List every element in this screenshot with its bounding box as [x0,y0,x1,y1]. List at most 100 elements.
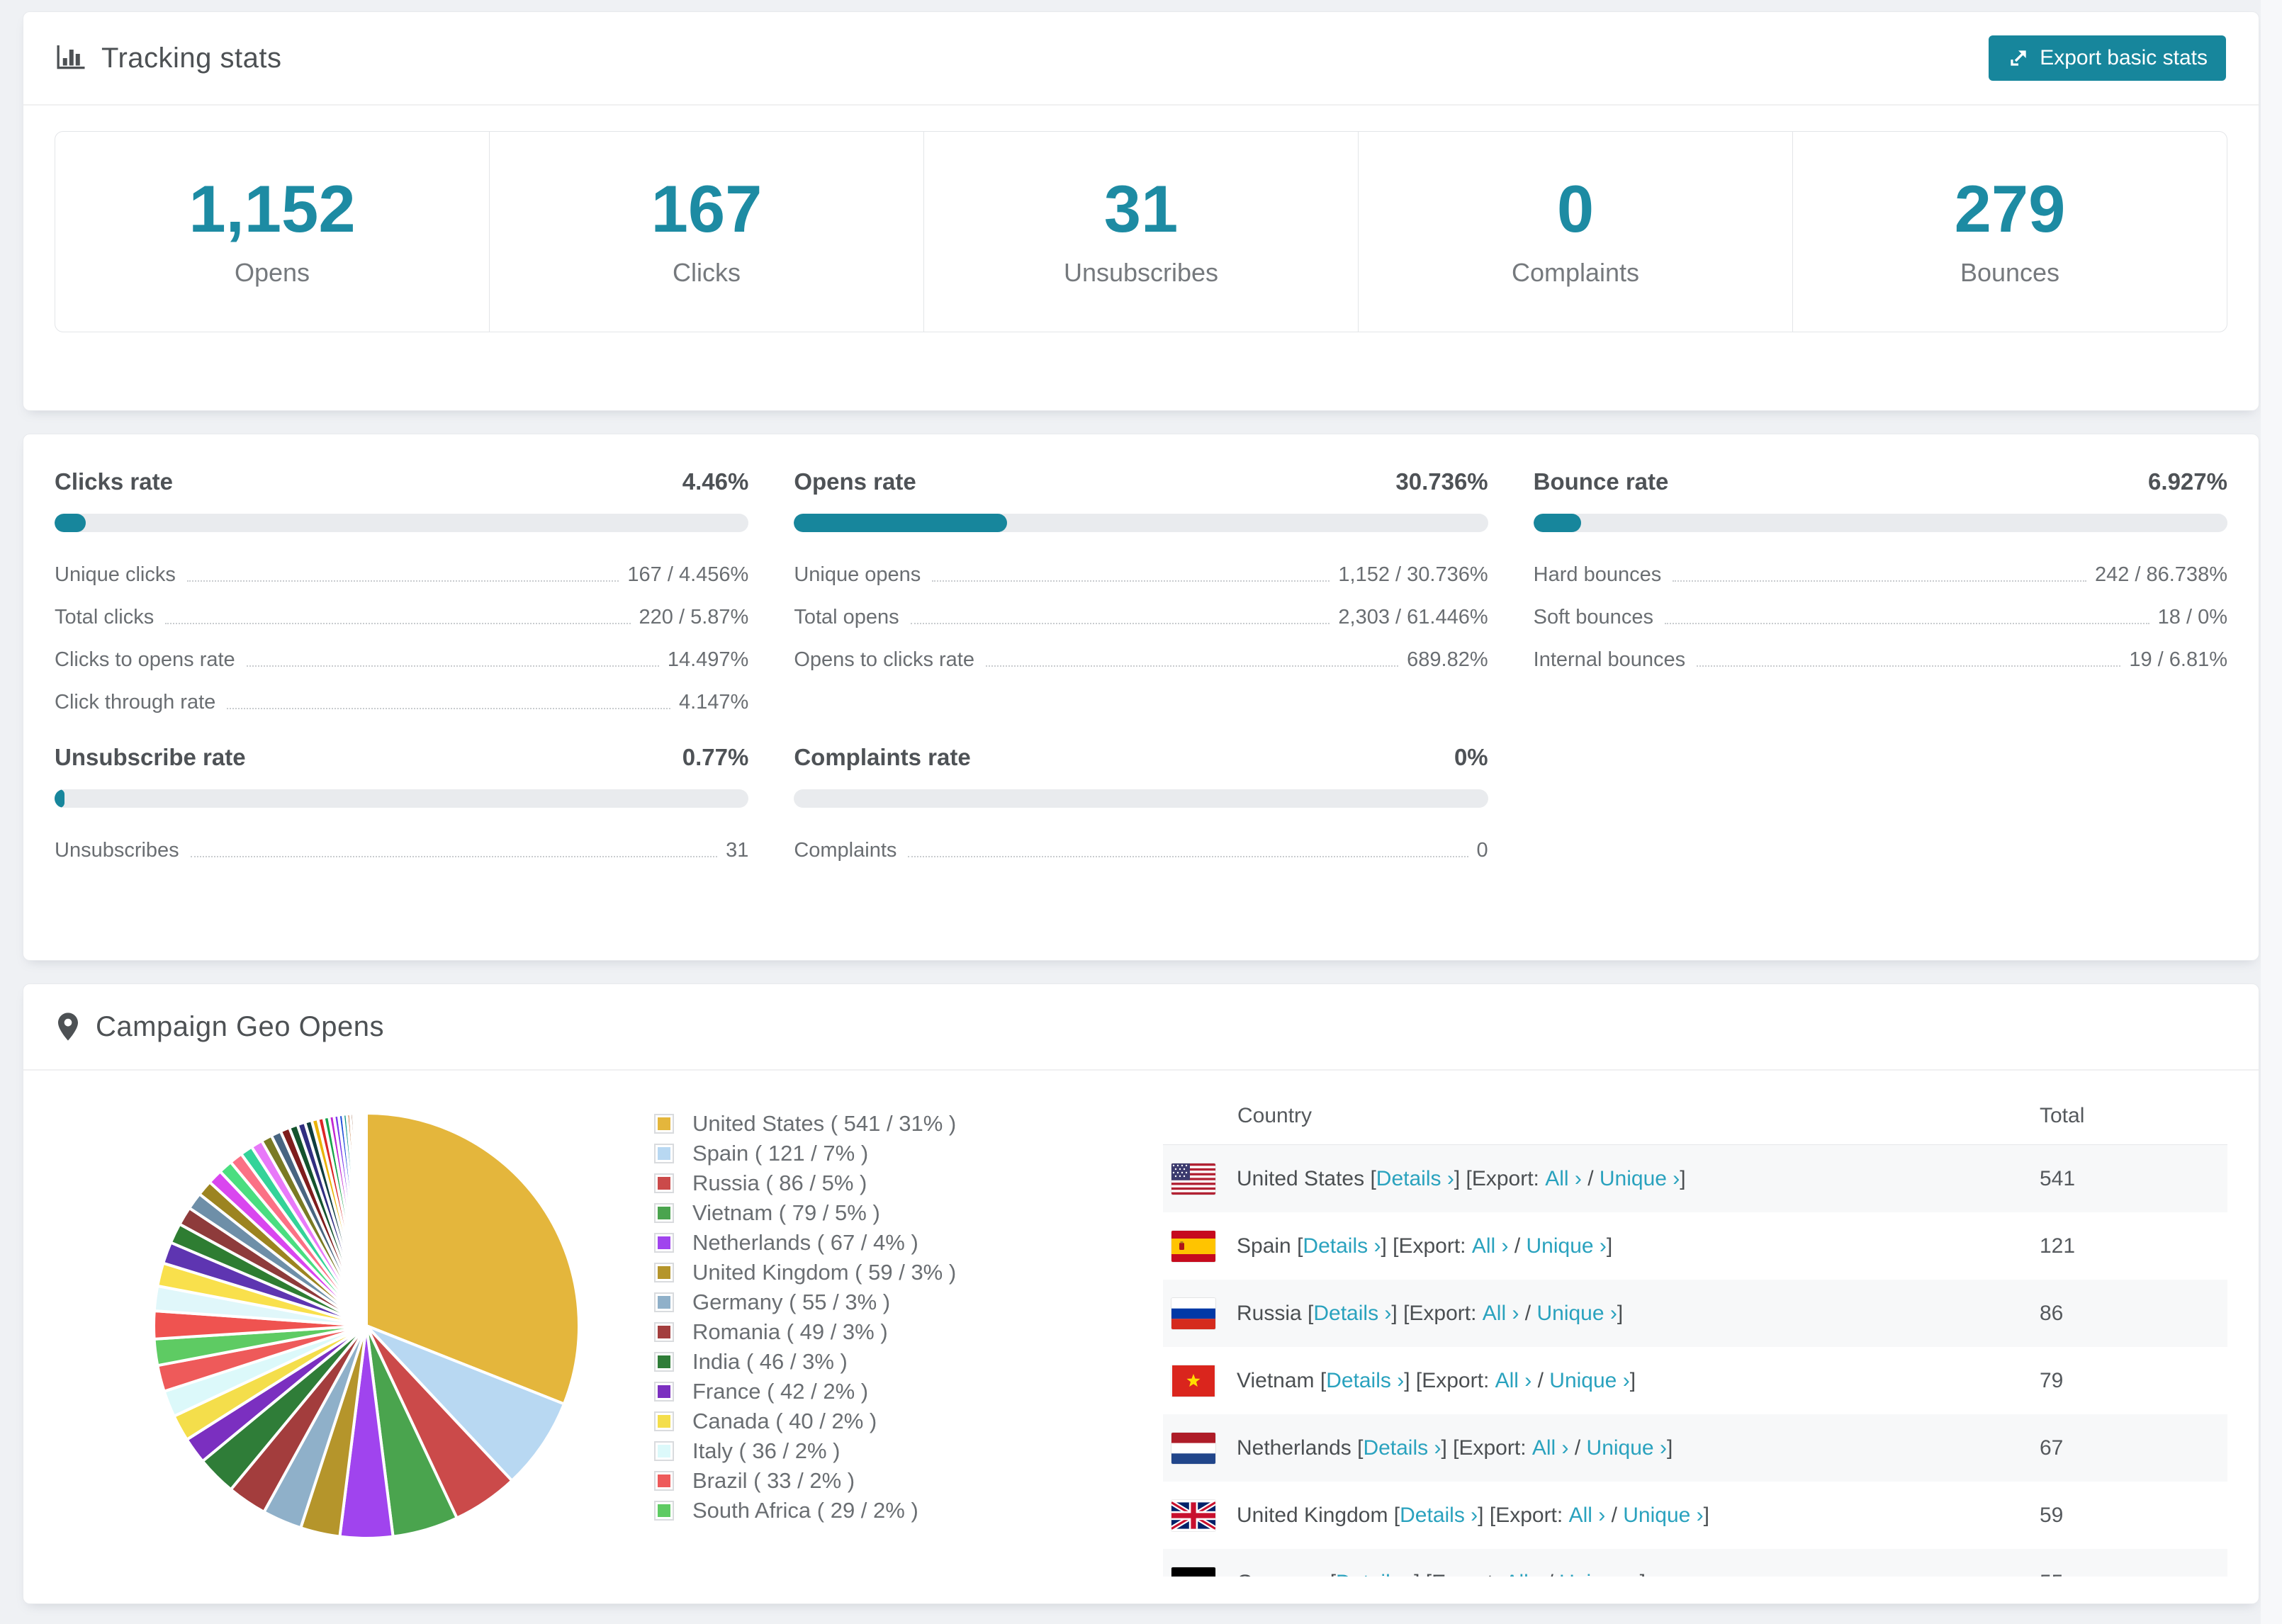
bracket: ] [ [1454,1166,1472,1190]
export-unique-link[interactable]: Unique › [1527,1234,1607,1258]
total-cell: 541 [2040,1166,2076,1190]
legend-label: Germany ( 55 / 3% ) [692,1290,891,1314]
legend-item: Romania ( 49 / 3% ) [654,1317,956,1347]
dotted-leader [910,623,1330,624]
export-all-link[interactable]: All › [1472,1234,1509,1258]
export-basic-stats-button[interactable]: Export basic stats [1989,35,2226,81]
slash: / [1605,1503,1624,1527]
export-button-label: Export basic stats [2040,46,2208,69]
legend-swatch [654,1114,674,1134]
table-row: United States [Details ›] [Export: All ›… [1163,1145,2227,1212]
country-cell: United Kingdom [Details ›] [Export: All … [1163,1499,2040,1531]
country-name: Germany [1237,1571,1324,1577]
country-flag-icon [1171,1230,1215,1262]
export-unique-link[interactable]: Unique › [1559,1571,1639,1577]
export-all-link[interactable]: All › [1505,1571,1541,1577]
export-all-link[interactable]: All › [1483,1302,1519,1326]
column-header-total: Total [2040,1104,2085,1127]
legend-item: Russia ( 86 / 5% ) [654,1168,956,1198]
details-link[interactable]: Details › [1303,1234,1381,1258]
legend-swatch [654,1292,674,1312]
slash: / [1581,1166,1600,1190]
slash: / [1519,1301,1537,1325]
legend-label: Canada ( 40 / 2% ) [692,1409,877,1433]
rate-title: Opens rate [794,468,916,495]
export-all-link[interactable]: All › [1545,1167,1582,1191]
details-link[interactable]: Details › [1313,1302,1391,1326]
legend-item: United States ( 541 / 31% ) [654,1109,956,1139]
export-unique-link[interactable]: Unique › [1549,1369,1629,1393]
legend-swatch [654,1263,674,1282]
rate-detail-value: 31 [726,839,749,862]
bracket: ] [ [1478,1503,1496,1527]
rate-detail-rows: Unique clicks 167 / 4.456% Total clicks 220… [55,563,748,714]
stat-value: 31 [1103,171,1179,246]
country-cell: Russia [Details ›] [Export: All › / Uniq… [1163,1297,2040,1329]
rate-detail-label: Hard bounces [1533,563,1662,586]
export-unique-link[interactable]: Unique › [1623,1504,1703,1528]
details-link[interactable]: Details › [1363,1436,1441,1460]
bracket: [ [1291,1234,1303,1258]
details-link[interactable]: Details › [1376,1167,1454,1191]
rate-detail-value: 18 / 0% [2157,606,2227,628]
rate-detail-row: Click through rate 4.147% [55,691,748,714]
details-link[interactable]: Details › [1326,1369,1404,1393]
legend-swatch [654,1173,674,1193]
slash: / [1508,1234,1527,1258]
bracket: [ [1314,1368,1327,1392]
total-cell: 59 [2040,1503,2064,1527]
rate-detail-label: Soft bounces [1533,606,1653,628]
rate-value: 30.736% [1395,468,1488,495]
export-all-link[interactable]: All › [1532,1436,1569,1460]
bracket: ] [ [1441,1436,1459,1460]
rate-detail-rows: Unique opens 1,152 / 30.736% Total opens 2,… [794,563,1488,672]
rate-title: Bounce rate [1533,468,1669,495]
rate-detail-label: Unique opens [794,563,921,586]
dotted-leader [908,856,1468,857]
rate-progress-fill [794,514,1008,532]
rate-progress-bar [55,514,749,532]
bracket: [ [1388,1503,1400,1527]
rate-detail-row: Unsubscribes 31 [55,839,748,862]
legend-item: France ( 42 / 2% ) [654,1377,956,1406]
table-row: Germany [Details ›] [Export: All › / Uni… [1163,1549,2227,1577]
stat-label: Complaints [1511,258,1640,287]
details-link[interactable]: Details › [1400,1504,1478,1528]
rate-detail-label: Unique clicks [55,563,176,586]
rates-grid: Clicks rate 4.46% Unique clicks 167 / 4.456… [23,434,2259,862]
rate-section-header: Opens rate 30.736% [794,468,1488,495]
legend-label: Vietnam ( 79 / 5% ) [692,1200,880,1225]
country-name: Vietnam [1237,1368,1315,1392]
export-all-link[interactable]: All › [1569,1504,1606,1528]
stat-cell: 279 Bounces [1793,132,2227,332]
rate-section: Unsubscribe rate 0.77% Unsubscribes 31 [55,744,749,862]
legend-label: India ( 46 / 3% ) [692,1349,848,1374]
legend-item: Netherlands ( 67 / 4% ) [654,1228,956,1258]
rate-detail-value: 19 / 6.81% [2129,648,2227,671]
rates-card: Clicks rate 4.46% Unique clicks 167 / 4.456… [23,434,2259,961]
export-unique-link[interactable]: Unique › [1587,1436,1667,1460]
geo-country-table: Country Total United States [Details ›] [E… [1163,1088,2227,1577]
country-name: Netherlands [1237,1436,1351,1460]
export-unique-link[interactable]: Unique › [1536,1302,1617,1326]
bracket: [ [1324,1571,1336,1577]
table-row: Netherlands [Details ›] [Export: All › /… [1163,1414,2227,1482]
details-link[interactable]: Details › [1336,1571,1414,1577]
export-all-link[interactable]: All › [1495,1369,1532,1393]
country-cell: United States [Details ›] [Export: All ›… [1163,1163,2040,1195]
legend-item: Italy ( 36 / 2% ) [654,1436,956,1466]
bracket: ] [1629,1368,1636,1392]
legend-swatch [654,1441,674,1461]
geo-title: Campaign Geo Opens [96,1010,385,1042]
table-header-row: Country Total [1163,1088,2227,1145]
total-cell: 121 [2040,1234,2076,1258]
bracket: ] [1640,1571,1646,1577]
rate-detail-value: 0 [1476,839,1488,862]
export-icon [2007,47,2030,69]
country-cell: Spain [Details ›] [Export: All › / Uniqu… [1163,1230,2040,1262]
dotted-leader [227,708,670,709]
rate-section: Clicks rate 4.46% Unique clicks 167 / 4.456… [55,468,749,714]
export-unique-link[interactable]: Unique › [1600,1167,1680,1191]
rate-detail-value: 14.497% [667,648,749,671]
rate-detail-rows: Unsubscribes 31 [55,839,748,862]
